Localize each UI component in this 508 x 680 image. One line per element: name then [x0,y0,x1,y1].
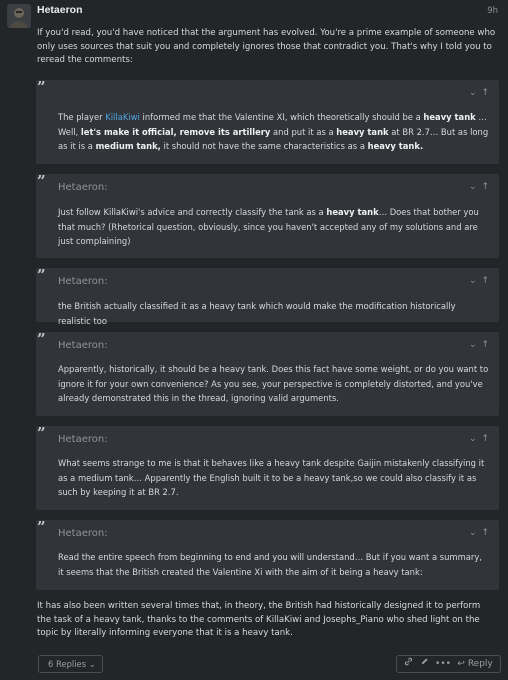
post-closing-text: It has also been written several times t… [37,601,481,638]
quote-body: The player KillaKiwi informed me that th… [58,112,489,151]
post-timestamp[interactable]: 9h [487,5,498,18]
reply-label: Reply [467,658,493,669]
quote-icon: ” [37,518,46,536]
quote-block: ” Hetaeron: ⌄ ↑ Read the entire speech f… [36,520,499,590]
replies-toggle-button[interactable]: 6 Replies ⌄ [38,655,103,673]
pencil-icon[interactable] [420,657,429,671]
quote-controls[interactable]: ⌄ ↑ [469,339,490,352]
post-intro-text: If you'd read, you'd have noticed that t… [37,28,496,65]
quote-icon: ” [37,330,46,348]
quote-author[interactable]: Hetaeron: [58,181,108,194]
forum-post: Hetaeron 9h If you'd read, you'd have no… [0,0,508,680]
quote-controls[interactable]: ⌄ ↑ [469,433,490,446]
quote-author[interactable]: Hetaeron: [58,433,108,446]
quote-icon: ” [37,424,46,442]
quote-block: ” Hetaeron: ⌄ ↑ Just follow KillaKiwi's … [36,174,499,258]
chevron-down-icon: ⌄ [88,659,96,669]
quote-body: Read the entire speech from beginning to… [58,552,482,577]
quote-author[interactable]: Hetaeron: [58,275,108,288]
link-icon[interactable] [404,657,413,671]
user-mention-link[interactable]: KillaKiwi [105,112,140,122]
quote-author[interactable]: Hetaeron: [58,339,108,352]
quote-controls[interactable]: ⌄ ↑ [469,527,490,540]
replies-label: 6 Replies [48,659,87,669]
quote-block: ” Hetaeron: ⌄ ↑ Apparently, historically… [36,332,499,416]
quote-author[interactable]: Hetaeron: [58,527,108,540]
quote-controls[interactable]: ⌄ ↑ [469,87,490,100]
post-username[interactable]: Hetaeron [37,4,83,17]
quote-body: the British actually classified it as a … [58,301,456,326]
quote-controls[interactable]: ⌄ ↑ [469,181,490,194]
quote-icon: ” [37,78,46,96]
reply-icon: ↩ [457,658,465,669]
quote-icon: ” [37,172,46,190]
quote-controls[interactable]: ⌄ ↑ [469,275,490,288]
quote-body: What seems strange to me is that it beha… [58,458,485,497]
quote-block: ” Hetaeron: ⌄ ↑ the British actually cla… [36,266,499,326]
post-actions: ••• ↩ Reply [396,655,501,673]
ellipsis-icon[interactable]: ••• [435,658,451,671]
quote-body: Apparently, historically, it should be a… [58,364,489,403]
user-avatar[interactable] [7,4,31,28]
quote-icon: ” [37,266,46,284]
reply-button[interactable]: ↩ Reply [457,658,492,671]
quote-block: ” Hetaeron: ⌄ ↑ What seems strange to me… [36,426,499,510]
quote-body: Just follow KillaKiwi's advice and corre… [58,207,479,246]
quote-block: ” ⌄ ↑ The player KillaKiwi informed me t… [36,80,499,164]
